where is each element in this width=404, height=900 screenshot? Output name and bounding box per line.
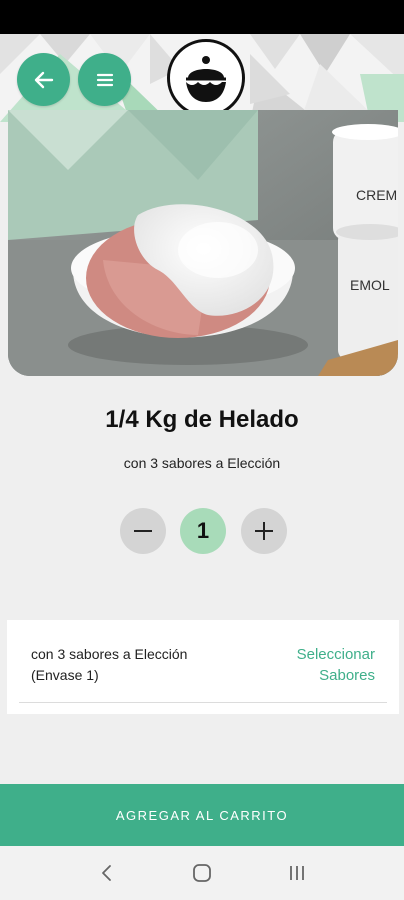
home-nav-button[interactable]: [187, 858, 217, 888]
svg-text:CREM: CREM: [356, 187, 397, 203]
select-flavors-line-1: Seleccionar: [296, 646, 375, 663]
back-nav-button[interactable]: [92, 858, 122, 888]
ice-cream-cup-photo: CREM EMOL: [8, 110, 398, 376]
add-to-cart-button[interactable]: AGREGAR AL CARRITO: [0, 784, 404, 846]
option-line-2: (Envase 1): [31, 667, 99, 683]
minus-icon: [134, 530, 152, 532]
system-navigation-bar: [0, 846, 404, 900]
select-flavors-line-2: Sabores: [319, 667, 375, 684]
divider: [19, 702, 387, 703]
header: [0, 34, 404, 122]
option-line-1: con 3 sabores a Elección: [31, 646, 188, 662]
quantity-value: 1: [180, 508, 226, 554]
status-bar: [0, 0, 404, 34]
product-image: CREM EMOL: [8, 110, 398, 376]
ice-cream-cup-logo-icon: [186, 56, 226, 102]
arrow-left-icon: [34, 71, 53, 88]
back-nav-icon: [102, 865, 112, 881]
brand-logo[interactable]: [167, 39, 245, 117]
menu-button[interactable]: [78, 53, 131, 106]
product-subtitle: con 3 sabores a Elección: [123, 455, 281, 471]
back-button[interactable]: [17, 53, 70, 106]
home-nav-icon: [193, 864, 211, 882]
svg-text:EMOL: EMOL: [350, 277, 390, 293]
increase-quantity-button[interactable]: [241, 508, 287, 554]
recents-nav-button[interactable]: [282, 858, 312, 888]
plus-icon: [255, 522, 273, 540]
hamburger-menu-icon: [96, 73, 113, 86]
product-title: 1/4 Kg de Helado: [105, 406, 299, 433]
decrease-quantity-button[interactable]: [120, 508, 166, 554]
flavor-option-card: con 3 sabores a Elección (Envase 1) Sele…: [7, 620, 399, 714]
select-flavors-link[interactable]: Seleccionar Sabores: [297, 644, 375, 686]
recents-nav-icon: [289, 866, 304, 880]
option-description: con 3 sabores a Elección (Envase 1): [31, 644, 187, 686]
